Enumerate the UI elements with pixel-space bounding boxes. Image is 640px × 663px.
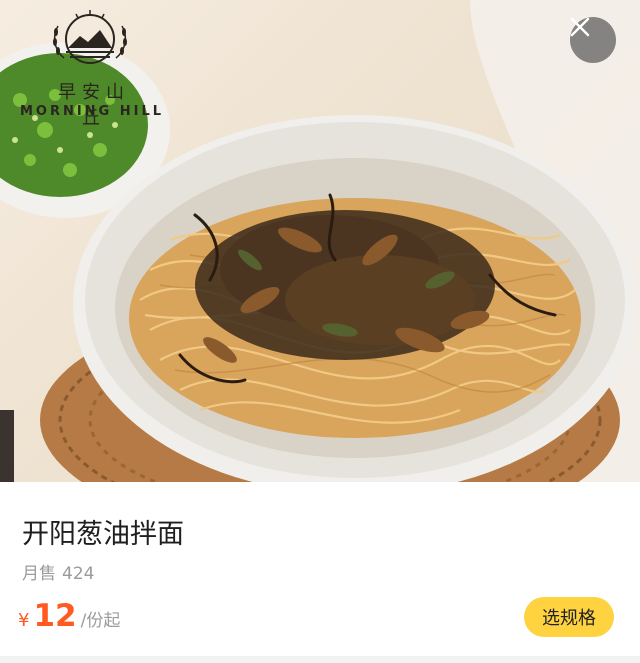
bottom-divider: [0, 656, 640, 663]
close-button[interactable]: [570, 17, 616, 63]
sales-count: 424: [62, 564, 95, 584]
price-value: 12: [33, 598, 77, 634]
close-icon: [570, 17, 590, 37]
price-unit: /份起: [80, 611, 121, 631]
mountain-sun-logo-icon: [53, 10, 127, 64]
sales-label: 月售: [22, 564, 56, 584]
product-info-panel: 开阳葱油拌面 月售 424 ¥ 12 /份起 选规格: [0, 482, 640, 663]
monthly-sales: 月售 424: [22, 559, 100, 584]
select-spec-button[interactable]: 选规格: [524, 597, 614, 637]
currency-symbol: ¥: [18, 610, 30, 631]
brand-name-en: MORNING HILL: [19, 104, 165, 119]
price-row: ¥ 12 /份起: [18, 598, 120, 638]
product-hero-image: 早安山丘 MORNING HILL: [0, 0, 640, 482]
product-title: 开阳葱油拌面: [22, 519, 184, 550]
